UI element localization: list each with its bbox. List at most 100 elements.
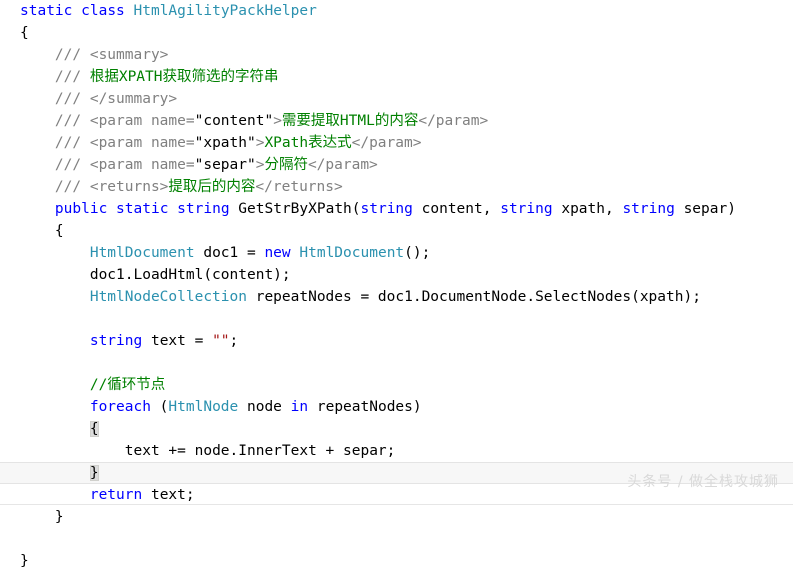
code-line[interactable]: } — [0, 462, 793, 484]
code-surface[interactable]: static class HtmlAgilityPackHelper { /// … — [0, 0, 793, 569]
code-token: return — [89, 487, 143, 503]
code-token: { — [54, 223, 64, 239]
code-token: repeatNodes = doc1.DocumentNode.SelectNo… — [246, 289, 701, 305]
code-line[interactable]: /// <summary> — [0, 44, 793, 66]
code-line[interactable]: { — [0, 418, 793, 440]
code-token: separ) — [674, 201, 736, 217]
code-line[interactable]: doc1.LoadHtml(content); — [0, 264, 793, 286]
code-token: string — [89, 333, 143, 349]
code-line[interactable]: } — [0, 506, 793, 528]
code-token: /// <param name= — [54, 157, 195, 173]
code-line[interactable]: static class HtmlAgilityPackHelper — [0, 0, 793, 22]
code-token: string — [177, 201, 230, 217]
code-token: /// </summary> — [54, 91, 178, 107]
code-token: new — [264, 245, 291, 261]
code-token: HtmlNode — [168, 399, 239, 415]
code-line[interactable] — [0, 308, 793, 330]
code-line[interactable]: string text = ""; — [0, 330, 793, 352]
code-line[interactable]: public static string GetStrByXPath(strin… — [0, 198, 793, 220]
code-line[interactable]: /// <param name="content">需要提取HTML的内容</p… — [0, 110, 793, 132]
code-line[interactable]: /// </summary> — [0, 88, 793, 110]
code-token: string — [622, 201, 675, 217]
code-token: repeatNodes) — [308, 399, 422, 415]
code-line[interactable]: return text; — [0, 484, 793, 506]
code-token: 根据XPATH获取筛选的字符串 — [89, 69, 279, 85]
code-editor[interactable]: static class HtmlAgilityPackHelper { /// … — [0, 0, 793, 569]
code-token: 提取后的内容 — [168, 179, 256, 195]
code-token: foreach — [89, 399, 151, 415]
code-line[interactable]: HtmlNodeCollection repeatNodes = doc1.Do… — [0, 286, 793, 308]
code-token: 分隔符 — [264, 157, 308, 173]
code-token: HtmlNodeCollection — [89, 289, 247, 305]
code-token: in — [290, 399, 309, 415]
code-line[interactable]: { — [0, 220, 793, 242]
code-token: text; — [142, 487, 195, 503]
code-token: ; — [229, 333, 239, 349]
code-token: text = — [142, 333, 213, 349]
code-token: </param> — [418, 113, 489, 129]
code-line[interactable]: foreach (HtmlNode node in repeatNodes) — [0, 396, 793, 418]
code-line[interactable]: HtmlDocument doc1 = new HtmlDocument(); — [0, 242, 793, 264]
code-token: 需要提取HTML的内容 — [281, 113, 419, 129]
code-line[interactable] — [0, 352, 793, 374]
code-token: node — [238, 399, 291, 415]
code-token: HtmlAgilityPackHelper — [133, 3, 317, 19]
code-token: /// <param name= — [54, 113, 195, 129]
code-line[interactable]: } — [0, 550, 793, 572]
code-token: xpath, — [552, 201, 623, 217]
code-token: string — [500, 201, 553, 217]
code-token: doc1.LoadHtml(content); — [89, 267, 291, 283]
code-line[interactable]: /// 根据XPATH获取筛选的字符串 — [0, 66, 793, 88]
code-token: GetStrByXPath( — [229, 201, 361, 217]
code-line[interactable]: /// <param name="separ">分隔符</param> — [0, 154, 793, 176]
code-line[interactable]: /// <returns>提取后的内容</returns> — [0, 176, 793, 198]
code-token: </param> — [307, 157, 378, 173]
code-token: class — [81, 3, 125, 19]
code-token: /// <returns> — [54, 179, 169, 195]
code-line[interactable]: { — [0, 22, 793, 44]
code-token: /// <param name= — [54, 135, 195, 151]
code-token: doc1 = — [194, 245, 265, 261]
code-token: text += node.InnerText + separ; — [124, 443, 396, 459]
code-token: } — [54, 509, 64, 525]
code-token: static — [116, 201, 169, 217]
code-token: ( — [150, 399, 169, 415]
code-token: "content" — [194, 113, 274, 129]
code-token: "" — [212, 333, 230, 349]
code-line[interactable]: /// <param name="xpath">XPath表达式</param> — [0, 132, 793, 154]
code-line[interactable]: //循环节点 — [0, 374, 793, 396]
code-token: } — [20, 553, 29, 569]
code-token: //循环节点 — [89, 377, 166, 393]
code-line[interactable] — [0, 528, 793, 550]
code-token: </returns> — [255, 179, 343, 195]
code-token: XPath表达式 — [264, 135, 352, 151]
code-token: "xpath" — [194, 135, 256, 151]
code-token: (); — [404, 245, 431, 261]
code-token: /// — [54, 69, 90, 85]
code-line[interactable]: text += node.InnerText + separ; — [0, 440, 793, 462]
code-token: string — [360, 201, 413, 217]
code-token: /// <summary> — [54, 47, 169, 63]
code-token: static — [20, 3, 73, 19]
brace-match-highlight: { — [89, 421, 99, 437]
